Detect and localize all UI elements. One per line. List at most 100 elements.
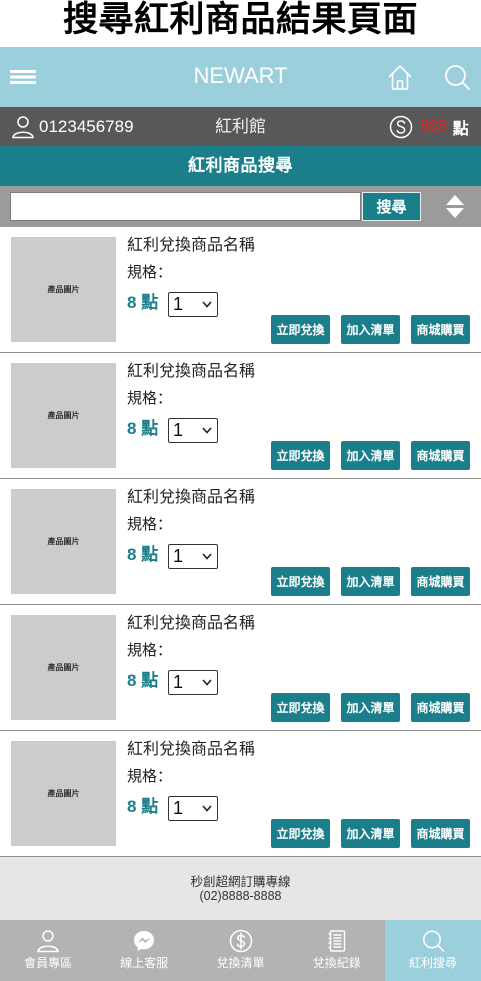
buy-in-store-button[interactable]: 商城購買	[411, 315, 470, 344]
nav-item-redeem-record[interactable]: 兌換紀錄	[289, 920, 385, 981]
product-name[interactable]: 紅利兌換商品名稱	[127, 740, 255, 760]
buy-in-store-button[interactable]: 商城購買	[411, 693, 470, 722]
redeem-now-button[interactable]: 立即兌換	[271, 693, 330, 722]
add-to-list-button[interactable]: 加入清單	[341, 315, 400, 344]
product-points-value: 8	[127, 797, 137, 816]
quantity-value: 1	[173, 420, 184, 440]
messenger-icon	[134, 931, 155, 951]
member-account-number: 0123456789	[39, 116, 134, 136]
quantity-value: 1	[173, 546, 184, 566]
chevron-down-icon	[202, 301, 212, 308]
nav-label: 會員專區	[24, 956, 73, 970]
quantity-select[interactable]: 1	[168, 796, 218, 821]
hotline-phone[interactable]: (02)8888-8888	[0, 889, 481, 903]
search-icon	[445, 65, 470, 90]
top-header: NEWART	[0, 47, 481, 107]
product-image-label: 產品圖片	[47, 537, 80, 546]
hamburger-icon	[10, 70, 36, 84]
add-to-list-button[interactable]: 加入清單	[341, 693, 400, 722]
buy-in-store-button[interactable]: 商城購買	[411, 819, 470, 848]
home-button[interactable]	[386, 63, 414, 91]
product-item: 產品圖片 紅利兌換商品名稱 規格： 8 點 1 立即兌換 加入清單 商城購買	[0, 605, 481, 731]
product-points-unit: 點	[141, 419, 159, 438]
user-icon	[12, 115, 34, 138]
redeem-now-button[interactable]: 立即兌換	[271, 441, 330, 470]
buy-in-store-button[interactable]: 商城購買	[411, 567, 470, 596]
product-spec-label: 規格：	[127, 390, 173, 407]
footer: 秒創超網訂購專線 (02)8888-8888	[0, 857, 481, 920]
page-title: 搜尋紅利商品結果頁面	[62, 0, 418, 39]
product-image-label: 產品圖片	[47, 285, 80, 294]
nav-item-online-service[interactable]: 線上客服	[96, 920, 192, 981]
home-icon	[388, 65, 412, 90]
product-name[interactable]: 紅利兌換商品名稱	[127, 614, 255, 634]
quantity-value: 1	[173, 672, 184, 692]
redeem-now-button[interactable]: 立即兌換	[271, 315, 330, 344]
product-spec-label: 規格：	[127, 516, 173, 533]
product-points: 8 點	[127, 797, 158, 817]
points-unit: 點	[452, 120, 469, 138]
product-points: 8 點	[127, 293, 158, 313]
sort-icon	[446, 195, 464, 218]
quantity-select[interactable]: 1	[168, 544, 218, 569]
product-item: 產品圖片 紅利兌換商品名稱 規格： 8 點 1 立即兌換 加入清單 商城購買	[0, 353, 481, 479]
product-name[interactable]: 紅利兌換商品名稱	[127, 488, 255, 508]
menu-button[interactable]	[10, 69, 36, 85]
add-to-list-button[interactable]: 加入清單	[341, 819, 400, 848]
user-icon	[37, 930, 59, 953]
search-button[interactable]: 搜尋	[362, 192, 421, 221]
quantity-select[interactable]: 1	[168, 292, 218, 317]
add-to-list-button[interactable]: 加入清單	[341, 441, 400, 470]
product-item: 產品圖片 紅利兌換商品名稱 規格： 8 點 1 立即兌換 加入清單 商城購買	[0, 731, 481, 857]
quantity-value: 1	[173, 798, 184, 818]
product-points-value: 8	[127, 545, 137, 564]
sort-button[interactable]	[445, 194, 465, 219]
buy-in-store-button[interactable]: 商城購買	[411, 441, 470, 470]
product-points-unit: 點	[141, 671, 159, 690]
dollar-coin-icon	[229, 929, 252, 953]
member-account[interactable]: 0123456789	[11, 107, 134, 146]
chevron-down-icon	[202, 553, 212, 560]
quantity-select[interactable]: 1	[168, 418, 218, 443]
product-points-value: 8	[127, 419, 137, 438]
product-image[interactable]: 產品圖片	[11, 489, 116, 594]
quantity-select[interactable]: 1	[168, 670, 218, 695]
redeem-now-button[interactable]: 立即兌換	[271, 819, 330, 848]
product-name[interactable]: 紅利兌換商品名稱	[127, 236, 255, 256]
product-points-unit: 點	[141, 545, 159, 564]
product-points-value: 8	[127, 671, 137, 690]
redeem-now-button[interactable]: 立即兌換	[271, 567, 330, 596]
product-image[interactable]: 產品圖片	[11, 237, 116, 342]
search-input[interactable]	[10, 192, 361, 221]
nav-item-member[interactable]: 會員專區	[0, 920, 96, 981]
product-image-label: 產品圖片	[47, 663, 80, 672]
member-bar: 0123456789 紅利館 888 點	[0, 107, 481, 146]
product-image-label: 產品圖片	[47, 789, 80, 798]
nav-item-bonus-search[interactable]: 紅利搜尋	[384, 920, 481, 981]
product-points-value: 8	[127, 293, 137, 312]
nav-item-redeem-list[interactable]: 兌換清單	[192, 920, 288, 981]
product-image[interactable]: 產品圖片	[11, 741, 116, 846]
app-frame: NEWART 0123456789 紅利館 888 點 紅利商品搜尋 搜尋 產品…	[0, 47, 481, 981]
member-points: 888 點	[389, 107, 469, 146]
hotline-label: 秒創超網訂購專線	[190, 875, 291, 889]
nav-label: 兌換清單	[216, 956, 265, 970]
record-list-icon	[328, 930, 345, 952]
chevron-down-icon	[202, 805, 212, 812]
nav-label: 兌換紀錄	[312, 956, 361, 970]
header-search-button[interactable]	[443, 63, 471, 91]
product-image[interactable]: 產品圖片	[11, 363, 116, 468]
section-title: 紅利商品搜尋	[0, 146, 481, 186]
product-name[interactable]: 紅利兌換商品名稱	[127, 362, 255, 382]
page: 搜尋紅利商品結果頁面 NEWART 0123456789 紅利館 888 點 紅…	[0, 0, 481, 981]
search-bar: 搜尋	[0, 186, 481, 227]
product-points: 8 點	[127, 419, 158, 439]
points-value: 888	[420, 117, 447, 135]
product-image[interactable]: 產品圖片	[11, 615, 116, 720]
product-item: 產品圖片 紅利兌換商品名稱 規格： 8 點 1 立即兌換 加入清單 商城購買	[0, 227, 481, 353]
add-to-list-button[interactable]: 加入清單	[341, 567, 400, 596]
product-points: 8 點	[127, 671, 158, 691]
product-image-label: 產品圖片	[47, 411, 80, 420]
quantity-value: 1	[173, 294, 184, 314]
brand-logo[interactable]: NEWART	[120, 63, 361, 89]
